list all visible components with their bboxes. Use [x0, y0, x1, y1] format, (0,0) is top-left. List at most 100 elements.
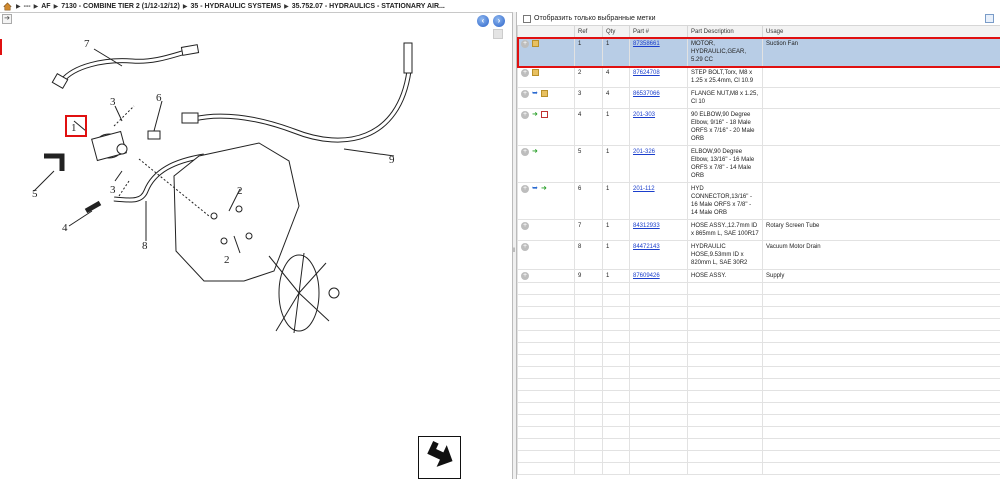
part-number-link[interactable]: 87609426: [633, 273, 660, 279]
table-row[interactable]: +7 1 84312933 HOSE ASSY.,12.7mm ID x 865mm …: [517, 219, 1000, 241]
replacement-arrow-icon[interactable]: ➥: [532, 90, 539, 97]
add-to-cart-icon[interactable]: +: [521, 90, 529, 98]
next-sheet-button[interactable]: [418, 436, 461, 479]
empty-cell: [517, 390, 575, 403]
empty-row: [517, 414, 1000, 427]
table-row[interactable]: + ➥ 3 4 86537066 FLANGE NUT,M8 x 1.25, Cl 10: [517, 87, 1000, 109]
empty-cell: [629, 390, 688, 403]
add-to-cart-icon[interactable]: +: [521, 111, 529, 119]
callout-5[interactable]: 5: [32, 188, 38, 200]
add-to-cart-icon[interactable]: +: [521, 222, 529, 230]
part-number-link[interactable]: 201-303: [633, 112, 655, 118]
column-header-ref[interactable]: Ref: [574, 25, 603, 38]
substitution-arrow-icon[interactable]: ➜: [532, 111, 539, 118]
empty-cell: [629, 354, 688, 367]
add-to-cart-icon[interactable]: +: [521, 243, 529, 251]
exploded-parts-diagram[interactable]: 1 2 2 3 3 4 5 6 7 8 9: [14, 31, 504, 476]
empty-cell: [517, 306, 575, 319]
callout-4[interactable]: 4: [62, 222, 68, 234]
table-row[interactable]: + ➜ 4 1 201-303 90 ELBOW,90 Degree Elbow, 9/1…: [517, 108, 1000, 146]
empty-row: [517, 282, 1000, 295]
column-header-description[interactable]: Part Description: [687, 25, 763, 38]
description-cell: HOSE ASSY.: [687, 269, 763, 283]
empty-row: [517, 438, 1000, 451]
callout-3b[interactable]: 3: [110, 184, 116, 196]
export-icon[interactable]: [985, 14, 994, 23]
column-header-usage[interactable]: Usage: [762, 25, 1000, 38]
callout-8[interactable]: 8: [142, 240, 148, 252]
part-number-link[interactable]: 84472143: [633, 244, 660, 250]
callout-3a[interactable]: 3: [110, 96, 116, 108]
empty-cell: [687, 462, 763, 475]
callout-1[interactable]: 1: [71, 122, 77, 134]
empty-cell: [687, 306, 763, 319]
part-number-link[interactable]: 201-112: [633, 186, 655, 192]
add-to-cart-icon[interactable]: +: [521, 272, 529, 280]
empty-row: [517, 306, 1000, 319]
replacement-arrow-icon[interactable]: ➥: [532, 185, 539, 192]
table-row[interactable]: + ➥ ➜ 6 1 201-112 HYD CONNECTOR,13/16" - 16 Ma…: [517, 182, 1000, 220]
add-to-cart-icon[interactable]: +: [521, 69, 529, 77]
part-number-link[interactable]: 87624708: [633, 70, 660, 76]
substitution-arrow-icon[interactable]: ➜: [541, 185, 548, 192]
table-row[interactable]: +2 4 87624708 STEP BOLT,Torx, M8 x 1.25 x 2…: [517, 66, 1000, 88]
row-icons-cell: +: [517, 37, 575, 67]
part-number-link[interactable]: 86537066: [633, 91, 660, 97]
empty-cell: [517, 378, 575, 391]
breadcrumb-item-root[interactable]: ---: [24, 3, 31, 10]
package-icon[interactable]: [532, 40, 539, 47]
table-row[interactable]: + ➜ 5 1 201-326 ELBOW,90 Degree Elbow, 13/16"…: [517, 145, 1000, 183]
description-cell: HYDRAULIC HOSE,9.53mm ID x 820mm L, SAE …: [687, 240, 763, 270]
part-number-link[interactable]: 87358661: [633, 41, 660, 47]
part-number-link[interactable]: 201-326: [633, 149, 655, 155]
breadcrumb-item-page[interactable]: 35.752.07 - HYDRAULICS - STATIONARY AIR.…: [292, 3, 445, 10]
callout-6[interactable]: 6: [156, 92, 162, 104]
callout-7[interactable]: 7: [84, 38, 90, 50]
breadcrumb-item-section[interactable]: 35 - HYDRAULIC SYSTEMS: [191, 3, 282, 10]
add-to-cart-icon[interactable]: +: [521, 148, 529, 156]
home-icon[interactable]: [3, 2, 12, 11]
empty-cell: [602, 294, 630, 307]
empty-cell: [574, 306, 603, 319]
callout-9[interactable]: 9: [389, 154, 395, 166]
document-icon[interactable]: [541, 111, 548, 118]
empty-cell: [629, 426, 688, 439]
package-icon[interactable]: [541, 90, 548, 97]
empty-cell: [687, 282, 763, 295]
add-to-cart-icon[interactable]: +: [521, 40, 529, 48]
empty-cell: [687, 354, 763, 367]
empty-cell: [602, 330, 630, 343]
table-row[interactable]: +9 1 87609426 HOSE ASSY. Supply: [517, 269, 1000, 283]
callout-2b[interactable]: 2: [224, 254, 230, 266]
expand-sidebar-icon[interactable]: ➔: [2, 14, 12, 24]
empty-cell: [762, 438, 1000, 451]
empty-cell: [574, 282, 603, 295]
show-selected-checkbox[interactable]: [523, 14, 531, 23]
empty-cell: [517, 282, 575, 295]
substitution-arrow-icon[interactable]: ➜: [532, 148, 539, 155]
previous-page-button[interactable]: ‹: [477, 15, 489, 27]
breadcrumb-item-af[interactable]: AF: [41, 3, 50, 10]
ref-cell: 5: [574, 145, 603, 183]
next-page-button[interactable]: ›: [493, 15, 505, 27]
empty-cell: [629, 438, 688, 451]
empty-cell: [517, 366, 575, 379]
qty-cell: 1: [602, 108, 630, 146]
table-row[interactable]: +1 1 87358661 MOTOR, HYDRAULIC,GEAR, 5.29 C…: [516, 36, 1000, 68]
empty-cell: [762, 390, 1000, 403]
breadcrumb-arrow-icon: ▶: [16, 3, 21, 10]
callout-2a[interactable]: 2: [237, 185, 243, 197]
part-number-link[interactable]: 84312933: [633, 223, 660, 229]
show-selected-label: Отобразить только выбранные метки: [534, 15, 656, 22]
part-number-cell: 86537066: [629, 87, 688, 109]
column-header-part-number[interactable]: Part #: [629, 25, 688, 38]
part-number-cell: 84312933: [629, 219, 688, 241]
package-icon[interactable]: [532, 69, 539, 76]
breadcrumb-item-model[interactable]: 7130 - COMBINE TIER 2 (1/12-12/12): [61, 3, 180, 10]
empty-cell: [687, 402, 763, 415]
usage-cell: [762, 182, 1000, 220]
column-header-qty[interactable]: Qty: [602, 25, 630, 38]
table-row[interactable]: +8 1 84472143 HYDRAULIC HOSE,9.53mm ID x 82…: [517, 240, 1000, 270]
empty-cell: [517, 450, 575, 463]
add-to-cart-icon[interactable]: +: [521, 185, 529, 193]
